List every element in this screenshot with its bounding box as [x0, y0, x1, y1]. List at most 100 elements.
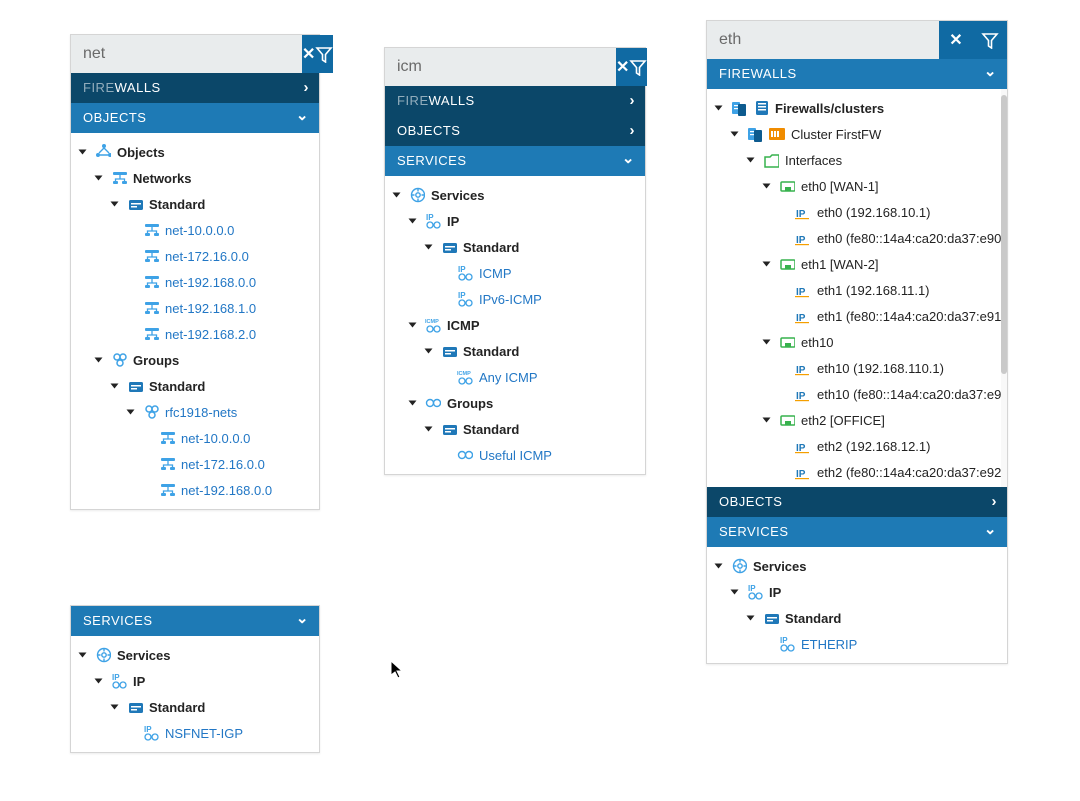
clear-search-button[interactable] — [939, 21, 973, 59]
section-objects[interactable]: OBJECTS — [385, 116, 645, 146]
tree-label: net-10.0.0.0 — [165, 223, 234, 238]
tree-item-standard[interactable]: Standard — [389, 338, 641, 364]
tree-item-ip-address[interactable]: eth0 (fe80::14a4:ca20:da37:e90) — [711, 225, 997, 251]
ip-address-icon — [795, 230, 811, 246]
tree-item-interface[interactable]: eth1 [WAN-2] — [711, 251, 997, 277]
section-firewalls[interactable]: FIREWALLSFIREWALLS — [385, 86, 645, 116]
tree-item-interface[interactable]: eth10 — [711, 329, 997, 355]
chevron-down-icon — [405, 214, 419, 228]
tree-item-ip[interactable]: IP — [711, 579, 1003, 605]
tree-item-net[interactable]: net-192.168.1.0 — [75, 295, 315, 321]
interface-icon — [779, 412, 795, 428]
tree-item-objects[interactable]: Objects — [75, 139, 315, 165]
tree-item-net[interactable]: net-192.168.2.0 — [75, 321, 315, 347]
chevron-down-icon — [389, 188, 403, 202]
tree-item-ip-address[interactable]: eth10 (192.168.110.1) — [711, 355, 997, 381]
tree-item-services[interactable]: Services — [75, 642, 315, 668]
tree-item-networks[interactable]: Networks — [75, 165, 315, 191]
filter-button[interactable] — [315, 35, 333, 73]
section-services[interactable]: SERVICES — [707, 517, 1007, 547]
tree-item-standard[interactable]: Standard — [75, 373, 315, 399]
network-icon — [143, 326, 159, 342]
tree-item-cluster[interactable]: Cluster FirstFW — [711, 121, 997, 147]
chevron-down-icon — [75, 648, 89, 662]
service-leaf-icon — [779, 636, 795, 652]
cluster-badge-icon — [769, 126, 785, 142]
tree-label: Standard — [149, 379, 205, 394]
tree-item-net[interactable]: net-172.16.0.0 — [75, 451, 315, 477]
tree-item-ip[interactable]: IP — [389, 208, 641, 234]
tree-label: Firewalls/clusters — [775, 101, 884, 116]
tree-label: Cluster FirstFW — [791, 127, 881, 142]
tree-item-interface[interactable]: eth3 [PUBLIC] — [711, 485, 997, 487]
tree-label: Standard — [463, 240, 519, 255]
clear-search-button[interactable] — [616, 48, 629, 86]
tree-label: net-192.168.2.0 — [165, 327, 256, 342]
tree-label: net-192.168.0.0 — [181, 483, 272, 498]
section-services[interactable]: SERVICES — [71, 606, 319, 636]
tree-label: eth2 [OFFICE] — [801, 413, 885, 428]
tree-item-net[interactable]: net-10.0.0.0 — [75, 425, 315, 451]
section-objects[interactable]: OBJECTS — [707, 487, 1007, 517]
tree-label: eth2 (fe80::14a4:ca20:da37:e92) — [817, 465, 1006, 480]
tree-item-service[interactable]: IPv6-ICMP — [389, 286, 641, 312]
tree-item-standard[interactable]: Standard — [711, 605, 1003, 631]
tree-item-service[interactable]: Useful ICMP — [389, 442, 641, 468]
tree-item-interface[interactable]: eth0 [WAN-1] — [711, 173, 997, 199]
scrollbar[interactable] — [1001, 89, 1007, 487]
tree-item-standard[interactable]: Standard — [75, 191, 315, 217]
tree-item-service[interactable]: Any ICMP — [389, 364, 641, 390]
tree-item-net[interactable]: net-192.168.0.0 — [75, 477, 315, 503]
tree-label: IPv6-ICMP — [479, 292, 542, 307]
chevron-down-icon — [91, 171, 105, 185]
search-input[interactable] — [71, 35, 302, 73]
tree-item-groups[interactable]: Groups — [75, 347, 315, 373]
tree-item-ip[interactable]: IP — [75, 668, 315, 694]
tree-label: Useful ICMP — [479, 448, 552, 463]
chevron-down-icon — [107, 379, 121, 393]
tree-item-net[interactable]: net-172.16.0.0 — [75, 243, 315, 269]
tree-item-interface[interactable]: eth2 [OFFICE] — [711, 407, 997, 433]
tree-item-services[interactable]: Services — [389, 182, 641, 208]
section-services[interactable]: SERVICES — [385, 146, 645, 176]
chevron-down-icon — [405, 396, 419, 410]
tree-item-standard[interactable]: Standard — [389, 234, 641, 260]
tree-item-ip-address[interactable]: eth0 (192.168.10.1) — [711, 199, 997, 225]
tree-item-ip-address[interactable]: eth1 (192.168.11.1) — [711, 277, 997, 303]
service-group-icon — [425, 395, 441, 411]
tree-item-ip-address[interactable]: eth1 (fe80::14a4:ca20:da37:e91) — [711, 303, 997, 329]
filter-button[interactable] — [629, 48, 647, 86]
tree-label: Services — [117, 648, 171, 663]
tree-item-ip-address[interactable]: eth2 (fe80::14a4:ca20:da37:e92) — [711, 459, 997, 485]
search-input[interactable] — [385, 48, 616, 86]
section-label: OBJECTS — [397, 116, 460, 146]
tree-label: eth0 (192.168.10.1) — [817, 205, 930, 220]
tree-item-service[interactable]: NSFNET-IGP — [75, 720, 315, 746]
section-firewalls[interactable]: FIREFIREWALLSWALLS — [71, 73, 319, 103]
network-icon — [143, 274, 159, 290]
clear-search-button[interactable] — [302, 35, 315, 73]
tree-item-standard[interactable]: Standard — [389, 416, 641, 442]
section-firewalls[interactable]: FIREWALLS — [707, 59, 1007, 89]
section-objects[interactable]: OBJECTS — [71, 103, 319, 133]
tree-item-services[interactable]: Services — [711, 553, 1003, 579]
tree-label: ICMP — [447, 318, 480, 333]
tree-item-ip-address[interactable]: eth10 (fe80::14a4:ca20:da37:e910) — [711, 381, 997, 407]
search-input[interactable] — [707, 21, 939, 59]
tree-item-rfc1918[interactable]: rfc1918-nets — [75, 399, 315, 425]
tree-label: net-192.168.1.0 — [165, 301, 256, 316]
tree-item-net[interactable]: net-192.168.0.0 — [75, 269, 315, 295]
tree-item-firewalls-clusters[interactable]: Firewalls/clusters — [711, 95, 997, 121]
tree-item-groups[interactable]: Groups — [389, 390, 641, 416]
tree-label: IP — [447, 214, 459, 229]
tree-item-standard[interactable]: Standard — [75, 694, 315, 720]
chevron-down-icon — [743, 611, 757, 625]
tree-item-interfaces[interactable]: Interfaces — [711, 147, 997, 173]
tree-item-ip-address[interactable]: eth2 (192.168.12.1) — [711, 433, 997, 459]
tree-item-service[interactable]: ICMP — [389, 260, 641, 286]
tree-item-icmp[interactable]: ICMP — [389, 312, 641, 338]
tree-item-net[interactable]: net-10.0.0.0 — [75, 217, 315, 243]
service-leaf-icon — [143, 725, 159, 741]
filter-button[interactable] — [973, 21, 1007, 59]
tree-item-service[interactable]: ETHERIP — [711, 631, 1003, 657]
